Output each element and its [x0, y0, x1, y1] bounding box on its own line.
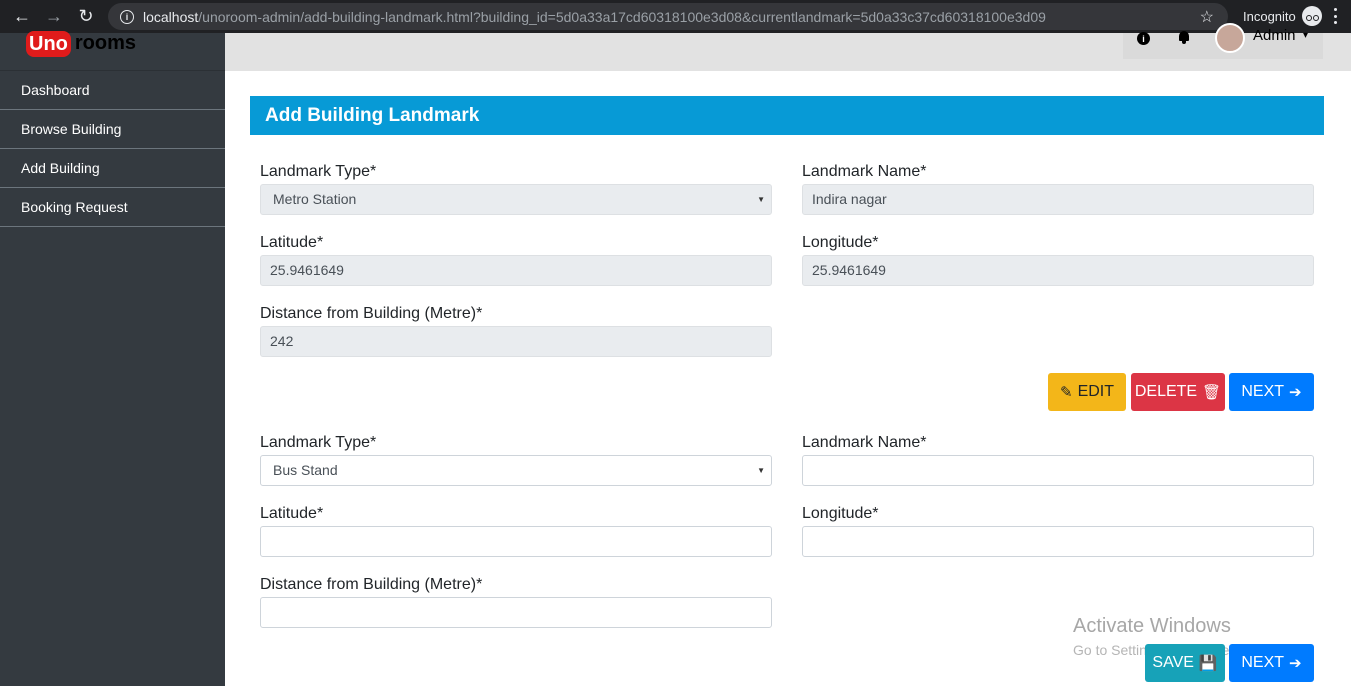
back-arrow-icon[interactable]: ←	[8, 3, 36, 31]
distance-label: Distance from Building (Metre)*	[260, 305, 483, 322]
longitude-field[interactable]	[802, 526, 1314, 557]
latitude-field[interactable]: 25.9461649	[260, 255, 772, 286]
arrow-right-icon: ➔	[1289, 655, 1302, 672]
landmark-type-value: Metro Station	[273, 191, 357, 207]
next-button[interactable]: NEXT ➔	[1229, 373, 1314, 411]
chevron-down-icon: ▼	[757, 195, 765, 204]
bookmark-star-icon[interactable]: ☆	[1200, 7, 1214, 27]
main-content: Add Building Landmark Landmark Type* Met…	[225, 71, 1351, 686]
sidebar-item-browse-building[interactable]: Browse Building	[0, 110, 225, 149]
edit-button[interactable]: ✎ EDIT	[1048, 373, 1126, 411]
brand-uno: Uno	[26, 30, 71, 57]
distance-label: Distance from Building (Metre)*	[260, 576, 483, 593]
delete-button[interactable]: DELETE 🗑	[1131, 373, 1225, 411]
chevron-down-icon[interactable]: ▾	[1303, 30, 1308, 41]
save-button[interactable]: SAVE 💾	[1145, 644, 1225, 682]
landmark-name-label: Landmark Name*	[802, 163, 927, 180]
user-menu[interactable]: Admin	[1253, 27, 1296, 44]
browser-menu-icon[interactable]	[1334, 8, 1338, 24]
distance-field[interactable]	[260, 597, 772, 628]
next-button[interactable]: NEXT ➔	[1229, 644, 1314, 682]
bell-icon[interactable]	[1177, 31, 1191, 44]
landmark-type-select[interactable]: Bus Stand ▼	[260, 455, 772, 486]
site-info-icon[interactable]: i	[120, 9, 134, 24]
landmark-type-value: Bus Stand	[273, 462, 338, 478]
reload-icon[interactable]: ↻	[72, 3, 100, 31]
latitude-label: Latitude*	[260, 505, 324, 522]
forward-arrow-icon[interactable]: →	[40, 3, 68, 31]
url-text[interactable]: localhost/unoroom-admin/add-building-lan…	[143, 9, 1046, 25]
longitude-label: Longitude*	[802, 505, 879, 522]
browser-toolbar: ← → ↻ i localhost/unoroom-admin/add-buil…	[0, 0, 1351, 33]
sidebar-item-add-building[interactable]: Add Building	[0, 149, 225, 188]
brand-logo[interactable]: Uno rooms	[0, 30, 225, 71]
page-title: Add Building Landmark	[250, 96, 1324, 135]
topbar: i Admin ▾	[225, 23, 1351, 71]
incognito-label: Incognito	[1243, 9, 1296, 24]
latitude-field[interactable]	[260, 526, 772, 557]
landmark-name-field[interactable]	[802, 455, 1314, 486]
activate-windows-title: Activate Windows	[1073, 615, 1231, 637]
landmark-name-label: Landmark Name*	[802, 434, 927, 451]
landmark-type-label: Landmark Type*	[260, 434, 377, 451]
info-icon[interactable]: i	[1137, 32, 1150, 45]
sidebar-item-booking-request[interactable]: Booking Request	[0, 188, 225, 227]
distance-field[interactable]: 242	[260, 326, 772, 357]
landmark-name-field[interactable]: Indira nagar	[802, 184, 1314, 215]
incognito-icon	[1302, 6, 1322, 26]
sidebar-item-dashboard[interactable]: Dashboard	[0, 71, 225, 110]
address-bar[interactable]: i localhost/unoroom-admin/add-building-l…	[108, 3, 1228, 30]
brand-rooms: rooms	[74, 32, 137, 54]
save-icon: 💾	[1198, 655, 1218, 672]
chevron-down-icon: ▼	[757, 466, 765, 475]
longitude-label: Longitude*	[802, 234, 879, 251]
avatar[interactable]	[1215, 23, 1245, 53]
arrow-right-icon: ➔	[1289, 384, 1302, 401]
edit-icon: ✎	[1059, 384, 1073, 401]
trash-icon: 🗑	[1202, 384, 1222, 401]
landmark-type-select[interactable]: Metro Station ▼	[260, 184, 772, 215]
latitude-label: Latitude*	[260, 234, 324, 251]
sidebar: Uno rooms Dashboard Browse Building Add …	[0, 30, 225, 686]
longitude-field[interactable]: 25.9461649	[802, 255, 1314, 286]
landmark-type-label: Landmark Type*	[260, 163, 377, 180]
